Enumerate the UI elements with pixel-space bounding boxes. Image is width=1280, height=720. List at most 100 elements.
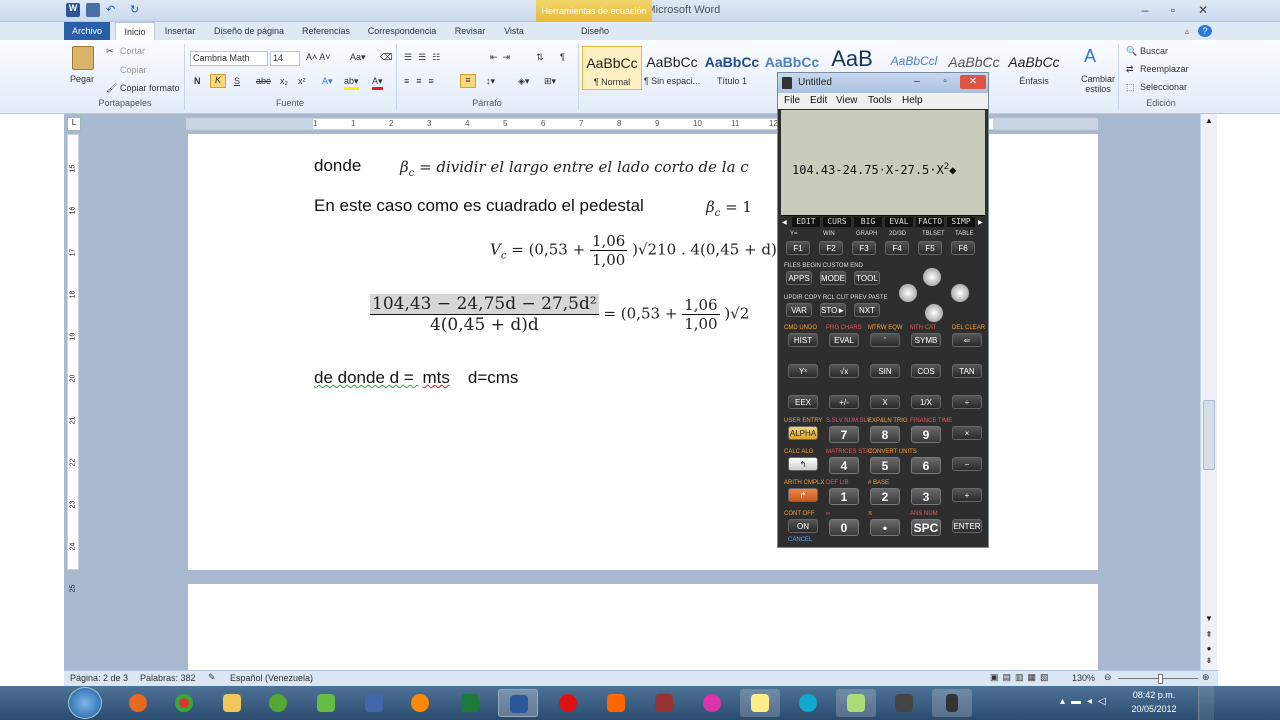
key-down-icon[interactable] xyxy=(924,303,944,323)
calc-key[interactable]: ÷ xyxy=(952,395,982,409)
calculator-window[interactable]: Untitled – ▫ ✕ File Edit View Tools Help… xyxy=(777,72,989,548)
word-taskbar-icon[interactable] xyxy=(498,689,538,717)
key-f3[interactable]: F3 xyxy=(852,241,876,255)
tab-archivo[interactable]: Archivo xyxy=(64,22,110,40)
calc-key[interactable]: 4 xyxy=(829,457,859,474)
calc-key[interactable]: ↱ xyxy=(788,488,818,502)
calc-maximize-icon[interactable]: ▫ xyxy=(932,75,958,89)
calc-key[interactable]: 3 xyxy=(911,488,941,505)
view-buttons-icon[interactable]: ▣▤▥▦▧ xyxy=(990,672,1053,683)
scroll-down-icon[interactable]: ▼ xyxy=(1203,614,1215,626)
grow-font-icon[interactable]: A˄ A˅ xyxy=(306,52,331,62)
calc-key[interactable]: 8 xyxy=(870,426,900,443)
skype-icon[interactable] xyxy=(788,689,828,717)
calc-key[interactable]: 9 xyxy=(911,426,941,443)
browse-object-icon[interactable]: ● xyxy=(1203,644,1215,656)
explorer-icon[interactable] xyxy=(212,689,252,717)
key-f6[interactable]: F6 xyxy=(951,241,975,255)
font-name-select[interactable]: Cambria Math xyxy=(190,51,268,66)
calc-key[interactable]: X xyxy=(870,395,900,409)
ribbon-collapse-icon[interactable]: ▵ xyxy=(1180,22,1194,40)
list-buttons-icon[interactable]: ☰☰☷ xyxy=(404,52,446,63)
tab-correspondencia[interactable]: Correspondencia xyxy=(364,22,440,40)
calc-key[interactable]: +/- xyxy=(829,395,859,409)
calc-close-icon[interactable]: ✕ xyxy=(960,75,986,89)
utorrent-icon[interactable] xyxy=(258,689,298,717)
tab-vista[interactable]: Vista xyxy=(498,22,530,40)
calc-key[interactable]: 0 xyxy=(829,519,859,536)
tab-diseno-ecuacion[interactable]: Diseño xyxy=(560,22,630,40)
softkey-big[interactable]: BIG xyxy=(854,217,882,227)
scroll-thumb[interactable] xyxy=(1203,400,1215,470)
page-count[interactable]: Página: 2 de 3 xyxy=(70,673,128,683)
sort-icon[interactable]: ⇅ xyxy=(536,52,544,63)
italic-button[interactable]: K xyxy=(210,74,226,88)
opera-icon[interactable] xyxy=(548,689,588,717)
app3-icon[interactable] xyxy=(884,689,924,717)
calc-key[interactable]: COS xyxy=(911,364,941,378)
calc-key[interactable]: EEX xyxy=(788,395,818,409)
calc-key[interactable]: + xyxy=(952,488,982,502)
next-page-icon[interactable]: ⇟ xyxy=(1203,656,1215,668)
underline-button[interactable]: S xyxy=(234,76,240,86)
borders-icon[interactable]: ⊞▾ xyxy=(544,76,556,87)
help-icon[interactable]: ? xyxy=(1198,25,1212,37)
subscript-button[interactable]: x₂ xyxy=(280,76,288,86)
replace-icon[interactable]: ⇄ xyxy=(1126,64,1134,75)
font-size-select[interactable]: 14 xyxy=(270,51,300,66)
chrome-icon[interactable] xyxy=(164,689,204,717)
calc-menu-file[interactable]: File xyxy=(784,95,800,106)
line-spacing-icon[interactable]: ↕▾ xyxy=(486,76,495,87)
calc-key[interactable]: ⇐ xyxy=(952,333,982,347)
softkey-facto[interactable]: FACTO xyxy=(916,217,944,227)
show-desktop-button[interactable] xyxy=(1198,686,1214,720)
key-up-icon[interactable] xyxy=(922,267,942,287)
key-f1[interactable]: F1 xyxy=(786,241,810,255)
change-styles-button[interactable]: Cambiar estilos xyxy=(1076,74,1120,94)
cut-icon[interactable]: ✂ xyxy=(106,46,114,57)
language[interactable]: Español (Venezuela) xyxy=(230,673,313,683)
calc-key[interactable]: 6 xyxy=(911,457,941,474)
highlight-icon[interactable]: ab▾ xyxy=(344,76,359,90)
tab-referencias[interactable]: Referencias xyxy=(298,22,354,40)
style-heading-1[interactable]: AaBbCc Título 1 xyxy=(702,46,762,90)
format-painter-icon[interactable]: 🖌 xyxy=(106,83,117,94)
clear-format-icon[interactable]: ⌫ xyxy=(380,52,393,63)
softkey-eval[interactable]: EVAL xyxy=(885,217,913,227)
equation-main[interactable]: 104,43 − 24,75d − 27,5d² 4(0,45 + d)d = (… xyxy=(370,294,749,335)
app-icon[interactable] xyxy=(692,689,732,717)
shading-icon[interactable]: ◈▾ xyxy=(518,76,529,87)
clock-time[interactable]: 08:42 p.m. xyxy=(1124,690,1184,700)
image-app-icon[interactable] xyxy=(306,689,346,717)
tab-insertar[interactable]: Insertar xyxy=(160,22,200,40)
close-icon[interactable]: ✕ xyxy=(1190,2,1216,18)
media-player-icon[interactable] xyxy=(400,689,440,717)
calc-key[interactable]: 5 xyxy=(870,457,900,474)
calc-minimize-icon[interactable]: – xyxy=(904,75,930,89)
copy-button[interactable]: Copiar xyxy=(120,65,147,75)
calc-key[interactable]: × xyxy=(952,426,982,440)
calc-key[interactable]: HIST xyxy=(788,333,818,347)
vertical-ruler[interactable]: 15 16 17 18 19 20 21 22 23 24 25 xyxy=(67,134,79,592)
calculator-taskbar-icon[interactable] xyxy=(932,689,972,717)
maximize-icon[interactable]: ▫ xyxy=(1160,2,1186,18)
find-button[interactable]: Buscar xyxy=(1140,46,1168,56)
zoom-level[interactable]: 130% xyxy=(1072,673,1095,683)
key-right-icon[interactable] xyxy=(950,283,970,303)
key-f5[interactable]: F5 xyxy=(918,241,942,255)
app2-icon[interactable] xyxy=(836,689,876,717)
softkey-edit[interactable]: EDIT xyxy=(792,217,820,227)
calc-title-bar[interactable]: Untitled – ▫ ✕ xyxy=(778,73,988,93)
calc-key[interactable]: 1 xyxy=(829,488,859,505)
calc-key[interactable]: 2 xyxy=(870,488,900,505)
align-buttons-icon[interactable]: ≡≡≡ xyxy=(404,76,441,86)
calc-key[interactable]: TAN xyxy=(952,364,982,378)
calc-menu-tools[interactable]: Tools xyxy=(868,95,891,106)
winrar-icon[interactable] xyxy=(644,689,684,717)
key-var[interactable]: VAR xyxy=(786,303,812,317)
calc-key[interactable]: ' xyxy=(870,333,900,347)
key-apps[interactable]: APPS xyxy=(786,271,812,285)
calc-key[interactable]: − xyxy=(952,457,982,471)
tab-revisar[interactable]: Revisar xyxy=(450,22,490,40)
tool-icon[interactable] xyxy=(354,689,394,717)
